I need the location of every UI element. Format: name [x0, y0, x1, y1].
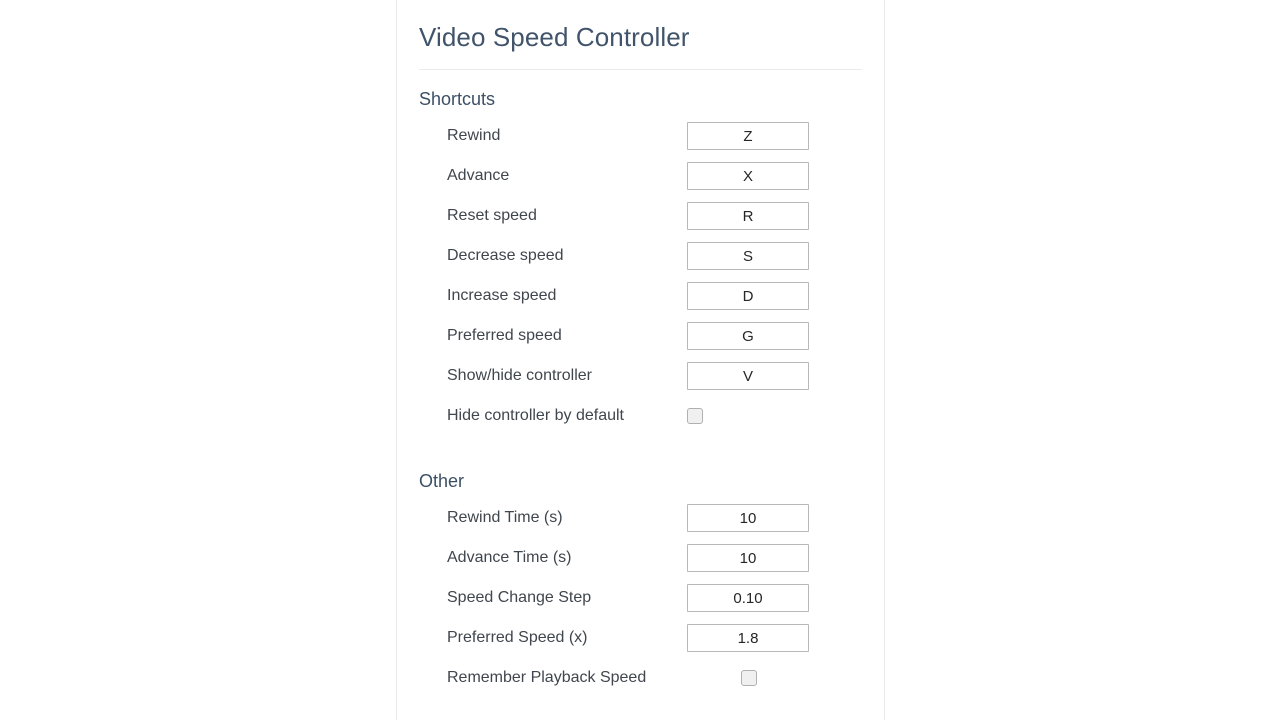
section-shortcuts: Shortcuts Rewind Advance Reset speed: [419, 70, 862, 436]
checkbox-hide-controller-by-default[interactable]: [687, 408, 703, 425]
panel-inner: Video Speed Controller Shortcuts Rewind …: [397, 0, 884, 698]
row-reset-speed: Reset speed: [419, 196, 862, 236]
control-rewind-time: [687, 504, 862, 533]
control-show-hide-controller: [687, 362, 862, 391]
input-advance-time[interactable]: [687, 544, 809, 573]
shortcut-input-decrease-speed[interactable]: [687, 242, 809, 271]
shortcut-input-preferred-speed[interactable]: [687, 322, 809, 351]
input-speed-change-step[interactable]: [687, 584, 809, 613]
control-reset-speed: [687, 202, 862, 231]
label-rewind: Rewind: [447, 127, 501, 145]
label-preferred-speed: Preferred speed: [447, 327, 562, 345]
label-remember-playback-speed: Remember Playback Speed: [447, 669, 647, 687]
input-preferred-speed-x[interactable]: [687, 624, 809, 653]
section-heading-shortcuts: Shortcuts: [419, 89, 496, 110]
label-advance-time: Advance Time (s): [447, 549, 572, 567]
label-speed-change-step: Speed Change Step: [447, 589, 592, 607]
checkbox-remember-playback-speed[interactable]: [741, 670, 757, 687]
label-decrease-speed: Decrease speed: [447, 247, 564, 265]
shortcut-input-increase-speed[interactable]: [687, 282, 809, 311]
label-rewind-time: Rewind Time (s): [447, 509, 563, 527]
control-preferred-speed-x: [687, 624, 862, 653]
control-decrease-speed: [687, 242, 862, 271]
control-advance: [687, 162, 862, 191]
row-increase-speed: Increase speed: [419, 276, 862, 316]
row-hide-controller-by-default: Hide controller by default: [419, 396, 862, 436]
row-advance-time: Advance Time (s): [419, 538, 862, 578]
control-hide-controller-by-default: [687, 408, 862, 425]
label-show-hide-controller: Show/hide controller: [447, 367, 592, 385]
options-panel: Video Speed Controller Shortcuts Rewind …: [396, 0, 885, 720]
label-preferred-speed-x: Preferred Speed (x): [447, 629, 588, 647]
control-rewind: [687, 122, 862, 151]
shortcut-input-show-hide-controller[interactable]: [687, 362, 809, 391]
page-title: Video Speed Controller: [419, 22, 690, 52]
row-rewind-time: Rewind Time (s): [419, 498, 862, 538]
row-advance: Advance: [419, 156, 862, 196]
control-speed-change-step: [687, 584, 862, 613]
section-other: Other Rewind Time (s) Advance Time (s) S…: [419, 436, 862, 698]
row-show-hide-controller: Show/hide controller: [419, 356, 862, 396]
row-decrease-speed: Decrease speed: [419, 236, 862, 276]
control-preferred-speed: [687, 322, 862, 351]
control-advance-time: [687, 544, 862, 573]
page-root: Video Speed Controller Shortcuts Rewind …: [0, 0, 1280, 720]
row-remember-playback-speed: Remember Playback Speed: [419, 658, 862, 698]
row-rewind: Rewind: [419, 116, 862, 156]
label-advance: Advance: [447, 167, 510, 185]
control-remember-playback-speed: [687, 670, 862, 687]
row-speed-change-step: Speed Change Step: [419, 578, 862, 618]
input-rewind-time[interactable]: [687, 504, 809, 533]
label-hide-controller-by-default: Hide controller by default: [447, 407, 624, 425]
label-increase-speed: Increase speed: [447, 287, 557, 305]
control-increase-speed: [687, 282, 862, 311]
shortcut-input-reset-speed[interactable]: [687, 202, 809, 231]
shortcut-input-advance[interactable]: [687, 162, 809, 191]
row-preferred-speed: Preferred speed: [419, 316, 862, 356]
section-heading-other: Other: [419, 471, 465, 492]
row-preferred-speed-x: Preferred Speed (x): [419, 618, 862, 658]
label-reset-speed: Reset speed: [447, 207, 537, 225]
shortcut-input-rewind[interactable]: [687, 122, 809, 151]
